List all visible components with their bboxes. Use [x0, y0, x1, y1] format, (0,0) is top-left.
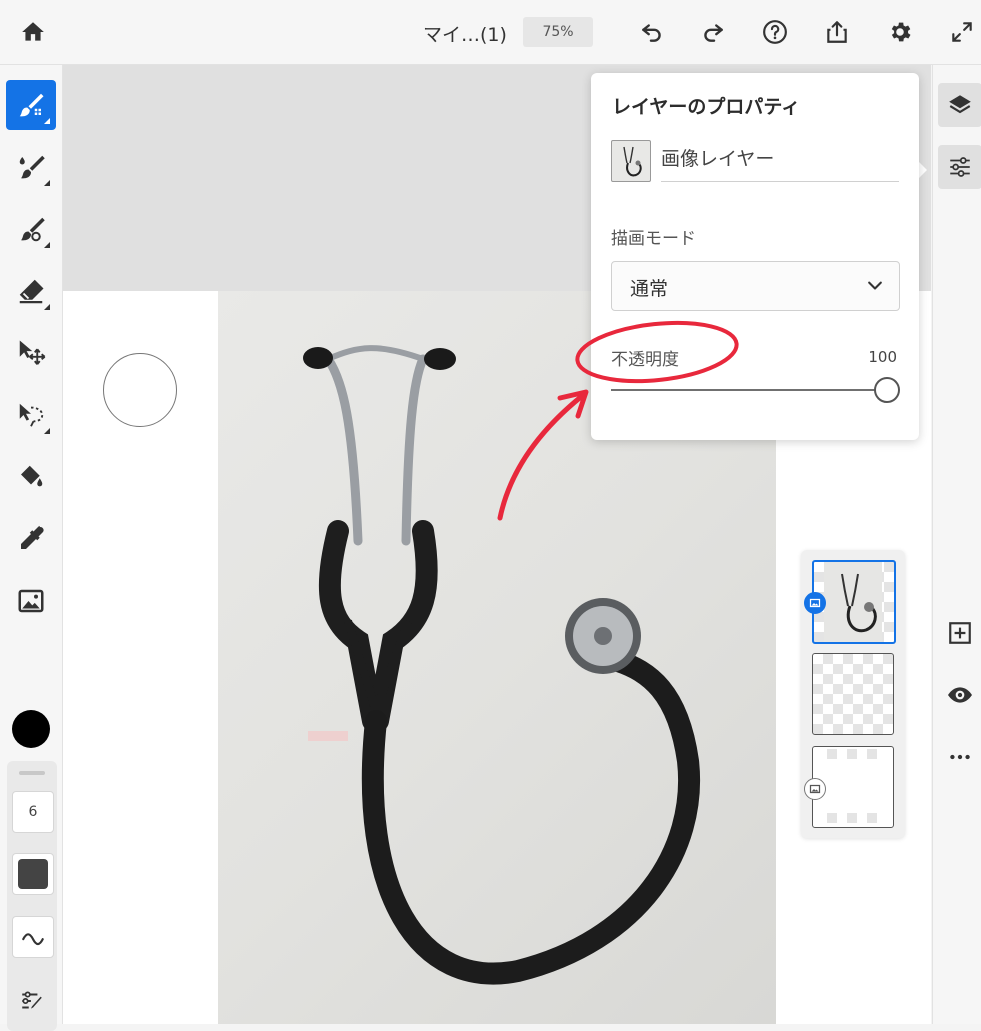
fill-icon	[21, 465, 43, 487]
visibility-button[interactable]	[938, 673, 981, 717]
image-layer-badge	[804, 592, 826, 614]
brush-size-field[interactable]: 6	[12, 791, 54, 833]
live-brush-tool[interactable]	[6, 142, 56, 192]
fullscreen-icon[interactable]	[946, 16, 978, 48]
color-swatch[interactable]	[12, 710, 50, 748]
image-icon	[809, 784, 821, 794]
home-icon[interactable]	[17, 16, 49, 48]
image-icon	[18, 589, 44, 613]
layers-icon	[949, 95, 971, 114]
brush-settings-button[interactable]	[12, 983, 52, 1019]
sliders-icon	[950, 157, 970, 177]
stethoscope-thumbnail	[824, 562, 882, 642]
transform-tool[interactable]	[6, 328, 56, 378]
opacity-slider-track[interactable]	[611, 389, 877, 391]
opacity-label: 不透明度	[611, 350, 679, 370]
eraser-tool[interactable]	[6, 266, 56, 316]
blend-mode-value: 通常	[630, 278, 669, 300]
brush-settings-panel: 6	[7, 761, 57, 1031]
stethoscope-thumbnail	[623, 146, 642, 177]
brush-cursor-preview	[103, 353, 177, 427]
settings-icon[interactable]	[884, 16, 916, 48]
fill-tool[interactable]	[6, 452, 56, 502]
live-brush-icon	[19, 155, 45, 179]
image-icon	[809, 598, 821, 608]
share-icon[interactable]	[821, 16, 853, 48]
document-title[interactable]: マイ…(1)	[423, 20, 507, 47]
layers-panel	[801, 550, 905, 838]
eye-icon	[948, 687, 972, 703]
selection-tool[interactable]	[6, 390, 56, 440]
eyedropper-tool[interactable]	[6, 514, 56, 564]
plus-square-icon	[949, 622, 971, 644]
layer-properties-button[interactable]	[938, 145, 981, 189]
pixel-brush-tool[interactable]	[6, 80, 56, 130]
opacity-slider-handle[interactable]	[874, 377, 900, 403]
right-rail	[932, 65, 981, 1024]
undo-icon[interactable]	[636, 16, 668, 48]
eyedropper-icon	[21, 525, 44, 549]
zoom-level[interactable]: 75%	[523, 17, 593, 47]
vector-brush-tool[interactable]	[6, 204, 56, 254]
panel-handle[interactable]	[19, 771, 45, 775]
blend-mode-dropdown[interactable]: 通常	[611, 261, 900, 311]
more-options-button[interactable]	[938, 735, 981, 779]
wave-icon	[22, 933, 44, 946]
layer-properties-popover: レイヤーのプロパティ 画像レイヤー 描画モード 通常 不透明度 100	[591, 73, 919, 440]
transform-icon	[19, 340, 46, 365]
image-tool[interactable]	[6, 576, 56, 626]
chevron-down-icon	[868, 281, 882, 290]
eraser-icon	[19, 279, 44, 304]
pixel-brush-icon	[19, 93, 44, 117]
popover-title: レイヤーのプロパティ	[612, 96, 801, 118]
more-icon	[950, 754, 970, 760]
brush-opacity-swatch[interactable]	[12, 853, 54, 895]
redo-icon[interactable]	[697, 16, 729, 48]
brush-settings-icon	[22, 991, 42, 1009]
vector-brush-icon	[21, 217, 45, 242]
image-layer-badge	[804, 778, 826, 800]
layer-name-field[interactable]: 画像レイヤー	[661, 145, 899, 182]
brush-smoothing-button[interactable]	[12, 916, 54, 958]
layers-button[interactable]	[938, 83, 981, 127]
layer-thumbnail-small	[611, 140, 651, 182]
add-layer-button[interactable]	[938, 611, 981, 655]
layer-thumbnail[interactable]	[812, 653, 894, 735]
blend-mode-label: 描画モード	[611, 229, 696, 249]
top-bar: マイ…(1) 75%	[0, 0, 981, 65]
left-toolbar: 6	[0, 65, 63, 1031]
help-icon[interactable]	[759, 16, 791, 48]
opacity-value: 100	[868, 348, 897, 366]
selection-icon	[19, 403, 44, 427]
